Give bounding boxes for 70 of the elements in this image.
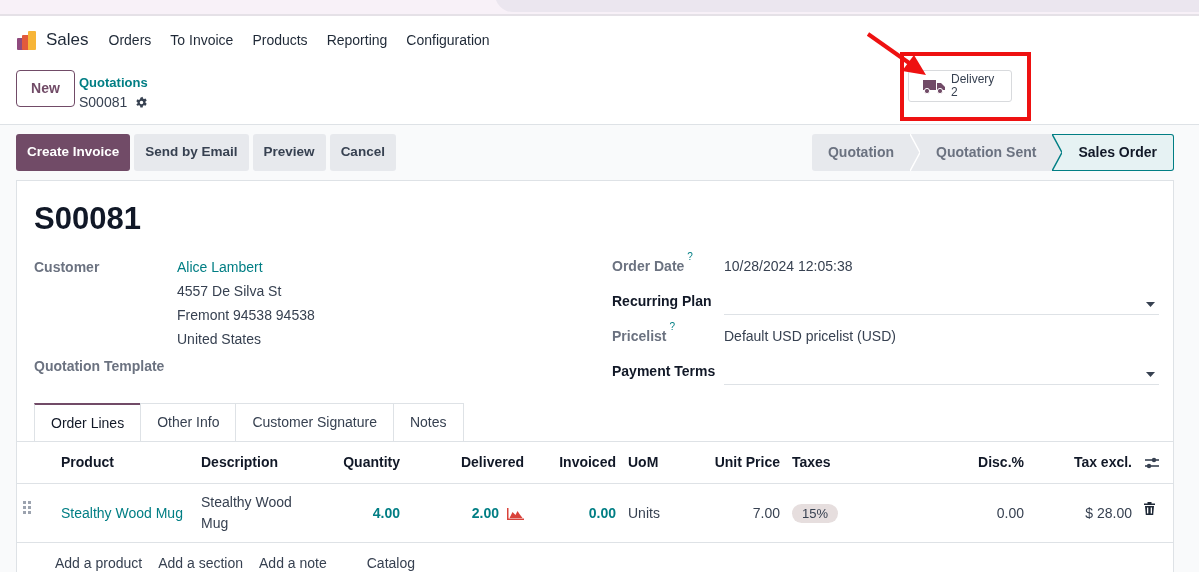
column-header[interactable]: UoM — [622, 441, 692, 484]
delivered-cell: 2.00 — [471, 504, 499, 521]
customer-link[interactable]: Alice Lambert — [177, 257, 577, 278]
button-label: Delivery — [951, 73, 995, 86]
action-button[interactable]: Cancel — [329, 134, 396, 171]
tab[interactable]: Notes — [392, 403, 464, 441]
action-button[interactable]: Create Invoice — [16, 134, 131, 171]
field-label: Recurring Plan — [612, 293, 712, 309]
new-button[interactable]: New — [16, 70, 75, 107]
menu-item[interactable]: To Invoice — [170, 29, 234, 51]
field-label: Order Date — [612, 258, 685, 274]
help-mark[interactable]: ? — [687, 251, 693, 263]
record-name: S00081 — [79, 93, 128, 112]
discount-cell: 0.00 — [996, 504, 1024, 521]
column-header[interactable]: Delivered — [406, 441, 530, 484]
truck-icon — [923, 78, 945, 94]
column-header[interactable]: Disc.% — [936, 441, 1030, 484]
status-stage[interactable]: Quotation — [811, 134, 911, 171]
add-link[interactable]: Add a section — [158, 553, 243, 572]
add-link[interactable]: Add a note — [259, 553, 327, 572]
uom-cell: Units — [628, 504, 660, 521]
menu-item[interactable]: Configuration — [406, 29, 490, 51]
description-cell: Stealthy Wood Mug — [201, 494, 292, 531]
address-line: Fremont 94538 94538 — [177, 306, 316, 325]
tax-tag: 15% — [792, 503, 839, 523]
column-header[interactable]: Description — [195, 441, 308, 484]
action-button[interactable]: Send by Email — [134, 134, 249, 171]
caret-icon — [1146, 302, 1155, 307]
breadcrumb-link[interactable]: Quotations — [79, 74, 149, 92]
unit-price-cell: 7.00 — [752, 504, 780, 521]
field-label: Payment Terms — [612, 363, 716, 379]
field-value: 10/28/2024 12:05:38 — [724, 258, 853, 274]
subtotal-cell: $ 28.00 — [1085, 504, 1132, 521]
column-header[interactable]: Unit Price — [692, 441, 786, 484]
column-header[interactable]: Taxes — [786, 441, 936, 484]
app-logo-icon[interactable] — [16, 29, 38, 51]
product-link[interactable]: Stealthy Wood Mug — [61, 504, 183, 521]
delivery-count: 2 — [951, 86, 958, 99]
column-header[interactable]: Product — [55, 441, 195, 484]
tab[interactable]: Order Lines — [34, 403, 142, 441]
menu-item[interactable]: Orders — [108, 29, 152, 51]
caret-icon — [1146, 372, 1155, 377]
app-name: Sales — [46, 29, 89, 52]
menu-item[interactable]: Products — [252, 29, 308, 51]
drag-handle-icon[interactable] — [23, 500, 31, 514]
invoiced-cell: 0.00 — [588, 504, 616, 521]
address-line: 4557 De Silva St — [177, 282, 283, 301]
field-label: Quotation Template — [34, 358, 165, 374]
action-button[interactable]: Preview — [252, 134, 326, 171]
chevron-divider — [910, 134, 921, 171]
field-label: Pricelist — [612, 328, 667, 344]
column-header[interactable]: Invoiced — [530, 441, 622, 484]
forecast-chart-icon[interactable] — [507, 507, 524, 520]
help-mark[interactable]: ? — [669, 321, 676, 333]
field-value: Default USD pricelist (USD) — [724, 328, 896, 344]
record-title: S00081 — [34, 200, 142, 238]
add-link[interactable]: Add a product — [55, 553, 143, 572]
column-header[interactable]: Tax excl. — [1030, 441, 1138, 484]
delivery-button[interactable]: Delivery 2 — [908, 70, 1012, 102]
quantity-cell: 4.00 — [372, 504, 400, 521]
status-stage[interactable]: Quotation Sent — [920, 134, 1053, 171]
add-link[interactable]: Catalog — [366, 553, 415, 572]
menu-item[interactable]: Reporting — [326, 29, 388, 51]
delete-icon[interactable] — [1144, 501, 1155, 515]
column-header[interactable]: Quantity — [308, 441, 406, 484]
field-label: Customer — [34, 259, 100, 275]
column-options-icon[interactable] — [1144, 456, 1160, 471]
annotation-arrow — [866, 32, 928, 78]
address-line: United States — [177, 330, 263, 349]
settings-icon[interactable] — [135, 95, 149, 109]
